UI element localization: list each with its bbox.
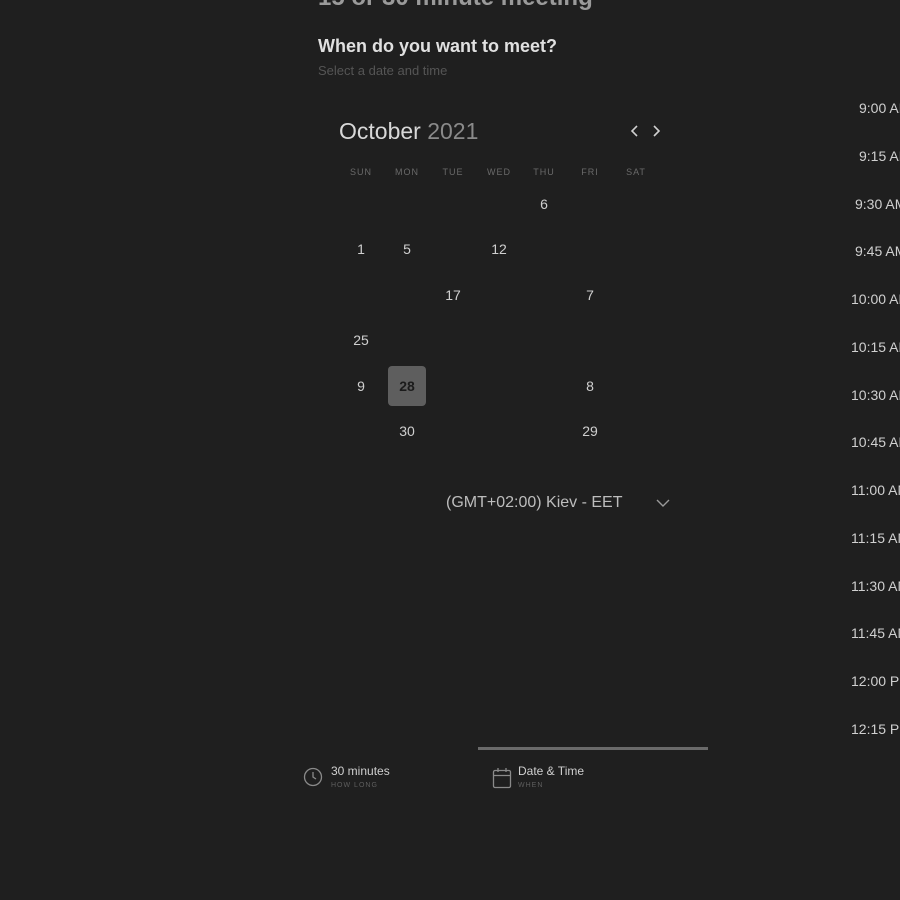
calendar-day[interactable]: 12 bbox=[480, 229, 518, 269]
time-slot[interactable]: 9:00 AM bbox=[840, 90, 900, 126]
calendar-day[interactable]: 30 bbox=[388, 411, 426, 451]
calendar-day[interactable]: 9 bbox=[342, 366, 380, 406]
next-month-button[interactable] bbox=[647, 122, 665, 140]
active-step-indicator bbox=[478, 747, 708, 750]
time-slot[interactable]: 10:30 AM bbox=[840, 377, 900, 413]
previous-month-button[interactable] bbox=[626, 122, 644, 140]
time-slot[interactable]: 11:00 AM bbox=[840, 472, 900, 508]
time-slot[interactable]: 12:15 PM bbox=[840, 711, 900, 747]
page-heading: When do you want to meet? bbox=[318, 36, 557, 56]
scheduler-page: 15 or 30 minute meeting When do you want… bbox=[0, 0, 900, 900]
time-slot[interactable]: 11:15 AM bbox=[840, 520, 900, 556]
timezone-value: (GMT+02:00) Kiev - EET bbox=[446, 494, 623, 511]
calendar-year: 2021 bbox=[427, 118, 479, 144]
timezone-select[interactable]: (GMT+02:00) Kiev - EET bbox=[446, 494, 676, 516]
time-slot[interactable]: 12:00 PM bbox=[840, 663, 900, 699]
time-slot[interactable]: 9:30 AM bbox=[840, 186, 900, 222]
calendar-day[interactable]: 17 bbox=[434, 275, 472, 315]
time-slot[interactable]: 11:30 AM bbox=[840, 568, 900, 604]
weekday-tue: TUE bbox=[442, 167, 464, 177]
calendar-day[interactable]: 8 bbox=[571, 366, 609, 406]
calendar-day[interactable]: 29 bbox=[571, 411, 609, 451]
time-slot[interactable]: 9:15 AM bbox=[840, 138, 900, 174]
calendar-day[interactable]: 6 bbox=[525, 184, 563, 224]
clock-icon bbox=[303, 767, 323, 787]
calendar-month-label: October 2021 bbox=[339, 118, 478, 145]
calendar-icon bbox=[492, 768, 512, 789]
page-subheading: Select a date and time bbox=[318, 63, 448, 78]
weekday-header: SUN MON TUE WED THU FRI SAT bbox=[339, 167, 659, 181]
meeting-title: 15 or 30 minute meeting bbox=[318, 0, 593, 12]
weekday-sat: SAT bbox=[626, 167, 646, 177]
calendar-day[interactable]: 7 bbox=[571, 275, 609, 315]
calendar-day[interactable]: 25 bbox=[342, 320, 380, 360]
chevron-right-icon bbox=[653, 125, 661, 137]
step-date-time-sublabel: WHEN bbox=[518, 782, 544, 789]
weekday-mon: MON bbox=[395, 167, 419, 177]
time-slot[interactable]: 10:00 AM bbox=[840, 281, 900, 317]
calendar-month: October bbox=[339, 118, 421, 144]
step-duration-label: 30 minutes bbox=[331, 764, 390, 778]
weekday-wed: WED bbox=[487, 167, 511, 177]
weekday-sun: SUN bbox=[349, 167, 372, 177]
calendar-day[interactable]: 1 bbox=[342, 229, 380, 269]
chevron-left-icon bbox=[630, 125, 638, 137]
weekday-thu: THU bbox=[533, 167, 555, 177]
weekday-fri: FRI bbox=[581, 167, 599, 177]
calendar-day-selected[interactable]: 28 bbox=[388, 366, 426, 406]
time-slot[interactable]: 10:45 AM bbox=[840, 424, 900, 460]
step-date-time-label: Date & Time bbox=[518, 764, 585, 778]
time-slot[interactable]: 11:45 AM bbox=[840, 615, 900, 651]
calendar-day[interactable]: 5 bbox=[388, 229, 426, 269]
time-slot[interactable]: 10:15 AM bbox=[840, 329, 900, 365]
time-slot[interactable]: 9:45 AM bbox=[840, 233, 900, 269]
step-duration-sublabel: HOW LONG bbox=[331, 782, 378, 789]
chevron-down-icon bbox=[656, 499, 670, 507]
